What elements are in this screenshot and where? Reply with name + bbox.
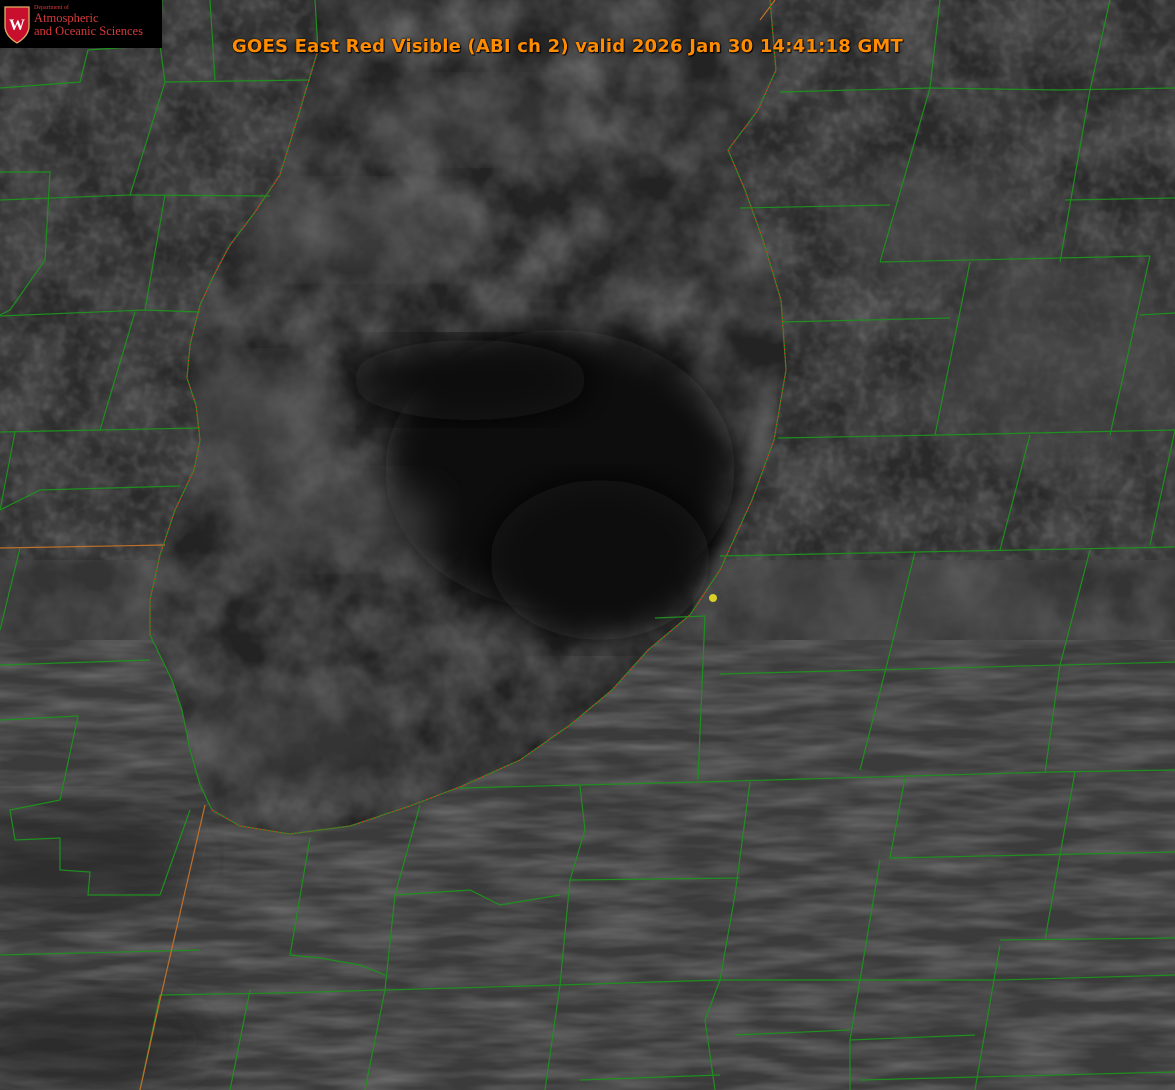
department-logo: W Department of Atmospheric and Oceanic … (0, 0, 162, 48)
uw-crest-icon: W (4, 6, 30, 44)
image-title: GOES East Red Visible (ABI ch 2) valid 2… (232, 36, 904, 57)
logo-text: Department of Atmospheric and Oceanic Sc… (34, 5, 143, 39)
location-marker-icon (709, 594, 717, 602)
logo-line-oceanic: and Oceanic Sciences (34, 24, 143, 39)
satellite-viewer: GOES East Red Visible (ABI ch 2) valid 2… (0, 0, 1175, 1090)
svg-text:W: W (9, 17, 25, 34)
satellite-image (0, 0, 1175, 1090)
